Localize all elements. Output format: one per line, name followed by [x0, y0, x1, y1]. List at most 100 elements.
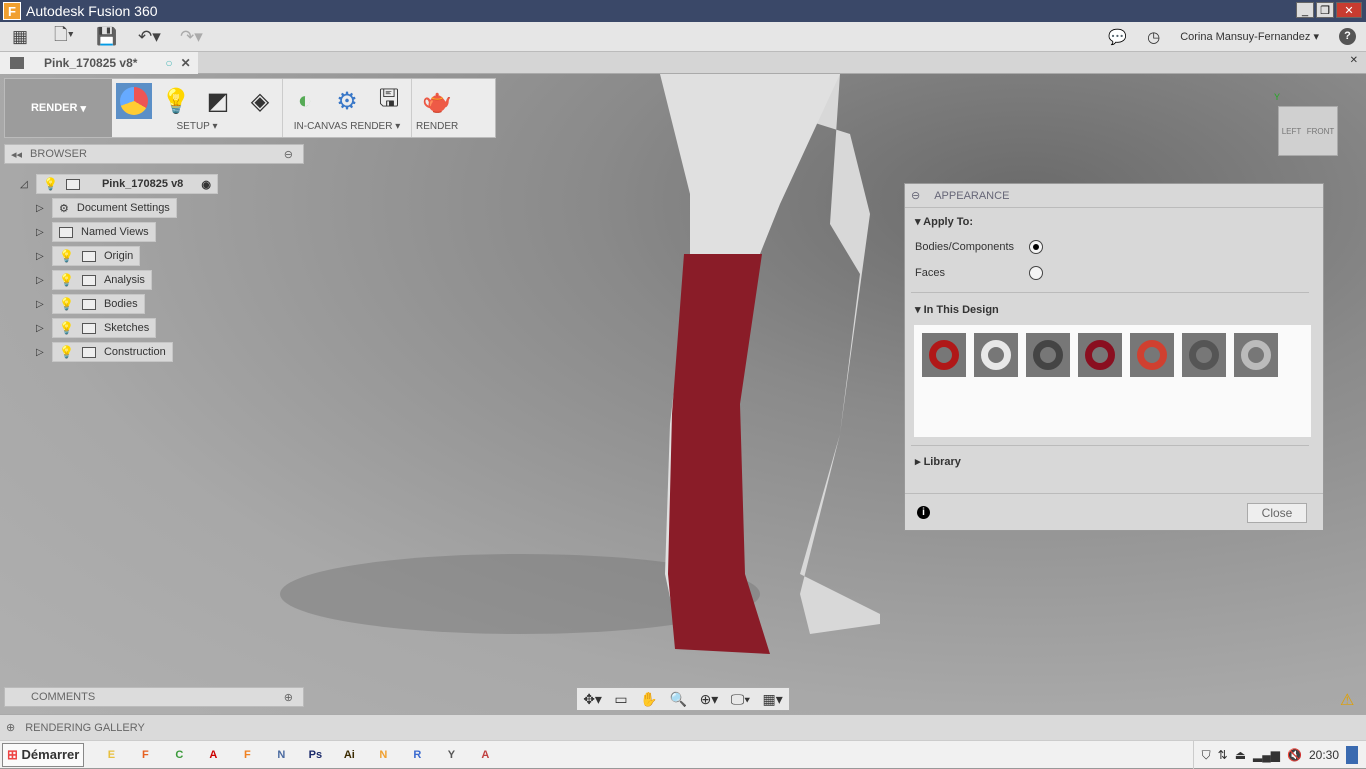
info-icon[interactable]: i [917, 506, 930, 519]
activate-radio-icon[interactable]: ◉ [201, 178, 211, 191]
visibility-bulb-icon[interactable]: 💡 [43, 177, 58, 191]
browser-item-construction[interactable]: ▷ 💡 Construction [36, 340, 218, 364]
in-canvas-render-play-icon[interactable]: ◐ [287, 83, 323, 119]
fit-icon[interactable]: ⊕▾ [700, 691, 719, 708]
taskbar-app-ai[interactable]: Ai [334, 744, 364, 766]
in-canvas-render-menu[interactable]: IN-CANVAS RENDER ▾ [294, 121, 401, 132]
faces-radio[interactable] [1029, 266, 1043, 280]
collapse-dialog-icon[interactable]: ⊖ [911, 189, 920, 202]
appearance-swatch[interactable] [1130, 333, 1174, 377]
texture-map-icon[interactable]: ◩ [200, 83, 236, 119]
grid-settings-icon[interactable]: ▦▾ [762, 691, 782, 708]
render-button[interactable]: RENDER [416, 121, 458, 132]
start-button[interactable]: ⊞ Démarrer [2, 742, 85, 767]
visibility-bulb-icon[interactable]: 💡 [59, 273, 74, 287]
expand-arrow-icon[interactable]: ▷ [36, 275, 52, 286]
file-menu-icon[interactable]: 🗋▾ [54, 22, 84, 51]
expand-arrow-icon[interactable]: ▷ [36, 227, 52, 238]
pan-hand-icon[interactable]: ✋ [640, 691, 657, 708]
visibility-bulb-icon[interactable]: 💡 [59, 249, 74, 263]
browser-item-origin[interactable]: ▷ 💡 Origin [36, 244, 218, 268]
signal-icon[interactable]: ▂▄▆ [1253, 748, 1280, 762]
appearance-swatch[interactable] [1234, 333, 1278, 377]
comment-icon[interactable]: 💬 [1108, 28, 1127, 46]
taskbar-app-n[interactable]: N [368, 744, 398, 766]
appearance-swatch[interactable] [974, 333, 1018, 377]
data-panel-grid-icon[interactable]: ▦ [12, 27, 42, 47]
taskbar-app-network[interactable]: N [266, 744, 296, 766]
taskbar-app-explorer[interactable]: E [96, 744, 126, 766]
appearance-swatch[interactable] [922, 333, 966, 377]
browser-header[interactable]: ◂◂ BROWSER ⊖ [4, 144, 304, 164]
shield-icon[interactable]: ⛉ [1202, 748, 1211, 763]
expand-gallery-icon[interactable]: ⊕ [6, 721, 15, 734]
view-cube[interactable]: LEFT FRONT [1278, 106, 1338, 156]
save-icon[interactable]: 💾 [96, 27, 126, 47]
redo-icon[interactable]: ↷▾ [180, 27, 210, 47]
volume-muted-icon[interactable]: 🔇 [1287, 748, 1302, 762]
bodies-components-radio[interactable] [1029, 240, 1043, 254]
expand-arrow-icon[interactable]: ▷ [36, 203, 52, 214]
show-desktop-button[interactable] [1346, 746, 1358, 764]
browser-item-sketches[interactable]: ▷ 💡 Sketches [36, 316, 218, 340]
taskbar-app-r[interactable]: R [402, 744, 432, 766]
collapse-browser-icon[interactable]: ◂◂ [11, 148, 22, 161]
orbit-icon[interactable]: ✥▾ [583, 691, 602, 708]
warning-icon[interactable]: ⚠ [1340, 690, 1354, 710]
restore-button[interactable]: ❐ [1316, 2, 1334, 18]
look-at-icon[interactable]: ▭ [614, 691, 627, 708]
workspace-switcher[interactable]: RENDER ▾ [5, 79, 112, 137]
taskbar-app-firefox[interactable]: F [130, 744, 160, 766]
job-status-clock-icon[interactable]: ◷ [1147, 28, 1160, 46]
capture-image-icon[interactable]: 🖫 [371, 83, 407, 119]
appearance-swatch[interactable] [1026, 333, 1070, 377]
rendering-gallery-bar[interactable]: ⊕ RENDERING GALLERY [0, 714, 1366, 740]
setup-menu[interactable]: SETUP ▾ [177, 121, 218, 132]
visibility-bulb-icon[interactable]: 💡 [59, 345, 74, 359]
zoom-icon[interactable]: 🔍 [670, 691, 687, 708]
close-window-button[interactable]: ✕ [1336, 2, 1362, 18]
tab-restore-icon[interactable]: ✕ [1350, 55, 1358, 66]
library-section[interactable]: ▸ Library [915, 455, 961, 468]
taskbar-app-chrome[interactable]: C [164, 744, 194, 766]
comments-header[interactable]: COMMENTS ⊕ [4, 687, 304, 707]
expand-arrow-icon[interactable]: ▷ [36, 299, 52, 310]
close-tab-icon[interactable]: ✕ [181, 56, 191, 70]
expand-arrow-icon[interactable]: ▷ [36, 251, 52, 262]
add-comment-icon[interactable]: ⊕ [284, 691, 293, 704]
taskbar-app-ps[interactable]: Ps [300, 744, 330, 766]
close-button[interactable]: Close [1247, 503, 1307, 523]
document-tab[interactable]: Pink_170825 v8* ○ ✕ [0, 52, 198, 74]
teapot-render-icon[interactable]: 🫖 [419, 83, 455, 119]
browser-item-document-settings[interactable]: ▷ ⚙ Document Settings [36, 196, 218, 220]
browser-root[interactable]: ◿ 💡 Pink_170825 v8 ◉ [20, 172, 218, 196]
visibility-bulb-icon[interactable]: 💡 [59, 321, 74, 335]
appearance-swatch[interactable] [1182, 333, 1226, 377]
help-button[interactable]: ? [1339, 28, 1356, 45]
display-settings-icon[interactable]: 🖵▾ [731, 691, 750, 708]
network-icon[interactable]: ⇅ [1218, 748, 1228, 762]
apply-to-section[interactable]: ▾ Apply To: [915, 215, 973, 228]
taskbar-app-acrobat[interactable]: A [198, 744, 228, 766]
decal-icon[interactable]: ◈ [242, 83, 278, 119]
browser-item-named-views[interactable]: ▷ Named Views [36, 220, 218, 244]
collapse-arrow-icon[interactable]: ◿ [20, 179, 36, 190]
taskbar-app-fusion-360[interactable]: F [232, 744, 262, 766]
taskbar-app-y[interactable]: Y [436, 744, 466, 766]
render-settings-gear-icon[interactable]: ⚙ [329, 83, 365, 119]
browser-item-analysis[interactable]: ▷ 💡 Analysis [36, 268, 218, 292]
usb-icon[interactable]: ⏏ [1235, 748, 1246, 762]
expand-arrow-icon[interactable]: ▷ [36, 347, 52, 358]
browser-minus-icon[interactable]: ⊖ [284, 148, 293, 161]
undo-icon[interactable]: ↶▾ [138, 27, 168, 47]
user-menu[interactable]: Corina Mansuy-Fernandez ▾ [1180, 30, 1319, 43]
scene-settings-lamp-icon[interactable]: 💡 [158, 83, 194, 119]
taskbar-app-app[interactable]: A [470, 744, 500, 766]
appearance-swatch[interactable] [1078, 333, 1122, 377]
visibility-bulb-icon[interactable]: 💡 [59, 297, 74, 311]
expand-arrow-icon[interactable]: ▷ [36, 323, 52, 334]
in-this-design-section[interactable]: ▾ In This Design [915, 303, 999, 316]
browser-item-bodies[interactable]: ▷ 💡 Bodies [36, 292, 218, 316]
minimize-button[interactable]: _ [1296, 2, 1314, 18]
appearance-icon[interactable] [116, 83, 152, 119]
